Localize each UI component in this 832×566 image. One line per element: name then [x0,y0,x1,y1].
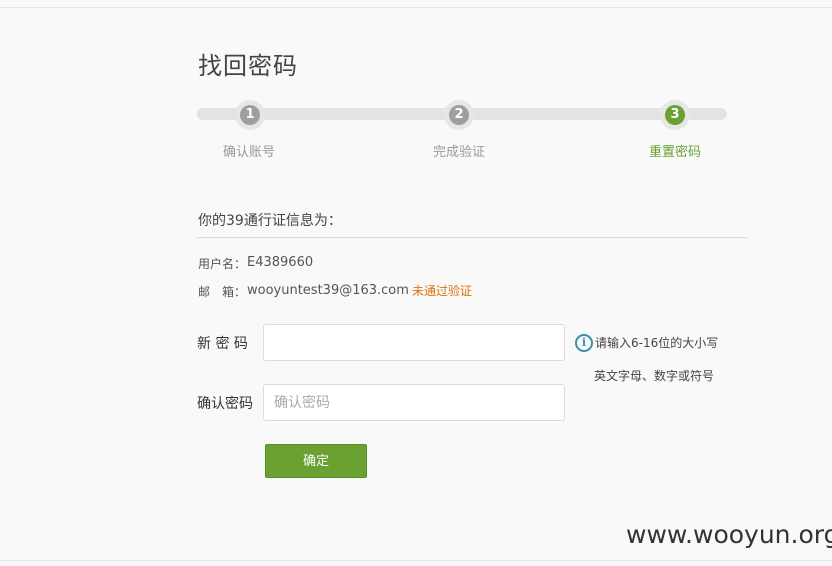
info-circle-icon: i [575,334,593,352]
confirm-password-label: 确认密码 [197,396,253,412]
step-1-number: 1 [240,105,260,125]
new-password-input[interactable] [264,325,564,360]
step-1-label: 确认账号 [223,145,276,160]
email-label: 邮 箱： [198,285,247,299]
page-title: 找回密码 [198,52,298,80]
account-info-heading: 你的39通行证信息为： [198,213,342,229]
step-2-indicator: 2 [444,100,474,130]
email-value: wooyuntest39@163.com [247,283,409,298]
bottom-border [0,560,832,561]
section-divider [197,237,747,238]
email-status-badge[interactable]: 未通过验证 [412,282,472,299]
new-password-label: 新 密 码 [197,336,248,352]
step-2-number: 2 [449,105,469,125]
step-3-label: 重置密码 [649,145,702,160]
step-3-number: 3 [665,105,685,125]
username-label: 用户名： [198,257,247,271]
password-hint-line1: 请输入6-16位的大小写 [595,336,719,350]
top-border [0,7,832,8]
watermark-text: www.wooyun.org [626,520,832,549]
confirm-password-field-wrapper [263,384,565,421]
step-1-indicator: 1 [235,100,265,130]
submit-button[interactable]: 确定 [265,444,367,478]
step-2-label: 完成验证 [433,145,486,160]
password-hint-line2: 英文字母、数字或符号 [594,369,715,383]
step-3-indicator: 3 [660,100,690,130]
new-password-field-wrapper [263,324,565,361]
confirm-password-input[interactable] [264,385,564,420]
username-value: E4389660 [247,255,314,270]
